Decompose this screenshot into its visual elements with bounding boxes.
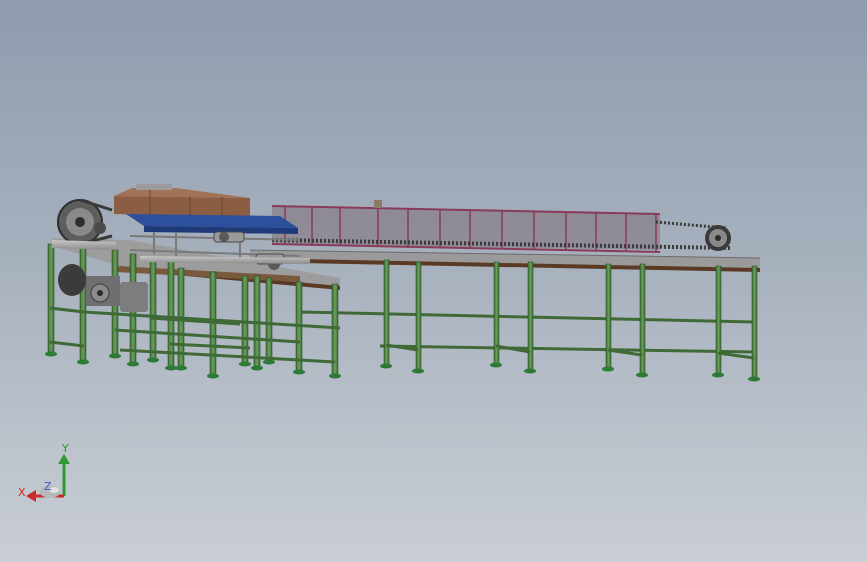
graphics-viewport[interactable]: Y X Z <box>0 0 867 562</box>
y-axis-label: Y <box>61 442 69 455</box>
right-sprocket <box>705 225 731 251</box>
right-table-feet <box>380 362 760 382</box>
y-axis-arrow <box>58 454 70 496</box>
z-axis-label: Z <box>44 480 52 493</box>
heating-box <box>114 184 250 216</box>
right-table-stringer <box>299 310 756 354</box>
left-drive-wheel <box>57 198 113 246</box>
chain-conveyor <box>271 200 731 253</box>
conveyor-assembly-model[interactable] <box>45 184 761 382</box>
coordinate-triad: Y X Z <box>18 442 70 502</box>
x-axis-label: X <box>18 486 26 499</box>
blue-press-plate <box>126 214 298 234</box>
right-table-top <box>249 249 761 272</box>
